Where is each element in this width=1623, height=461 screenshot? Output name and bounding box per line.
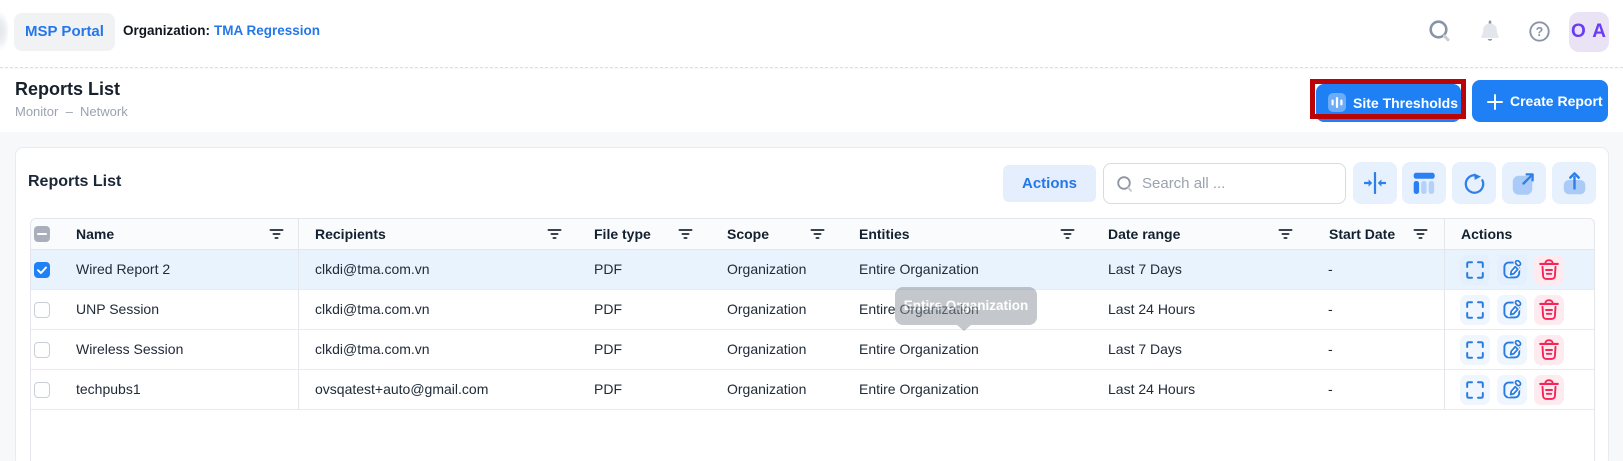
svg-text:?: ? xyxy=(1536,25,1544,39)
